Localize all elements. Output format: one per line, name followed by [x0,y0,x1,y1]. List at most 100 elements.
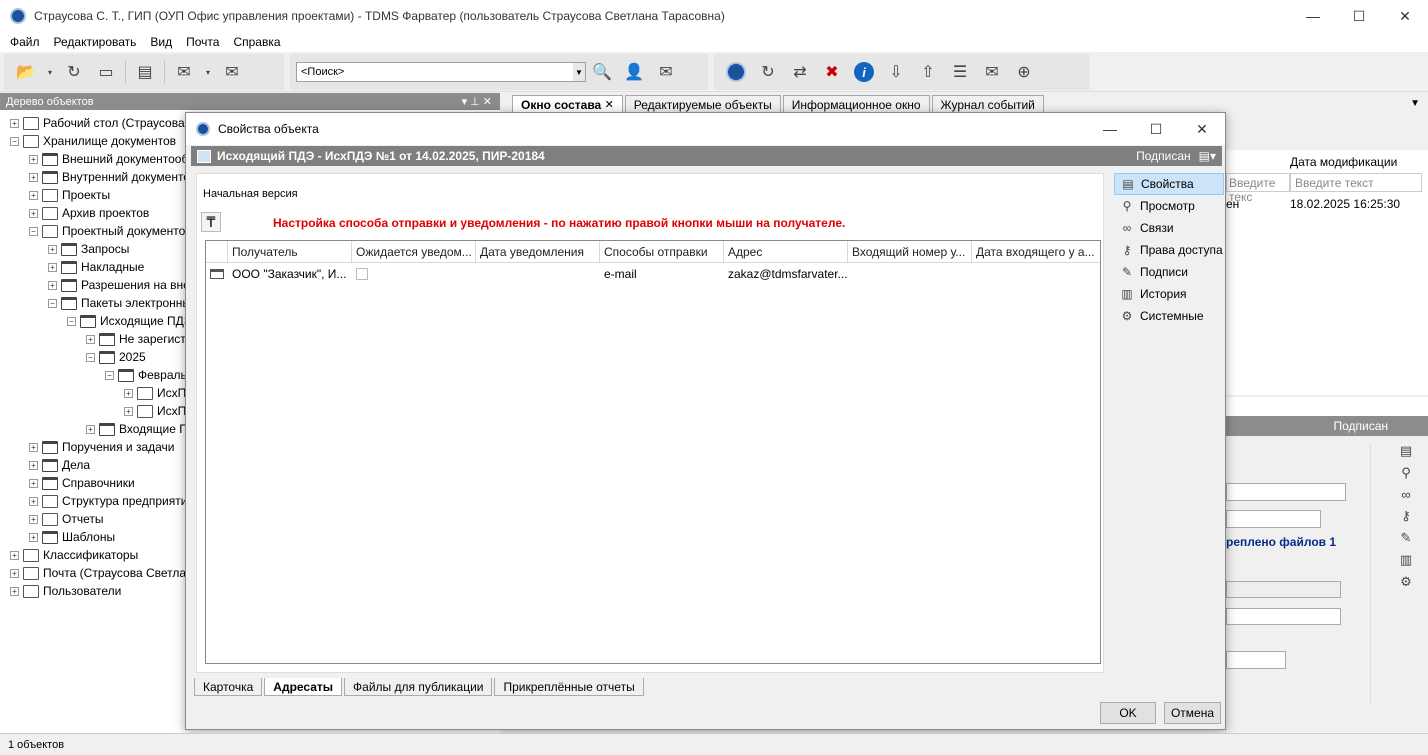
delete-icon[interactable]: ✖ [820,61,844,83]
key-icon[interactable]: ⚷ [1401,508,1411,524]
link-icon[interactable]: ∞ [1401,487,1410,502]
maximize-button[interactable]: ☐ [1336,0,1382,32]
search-input[interactable]: <Поиск> ▼ [296,62,586,82]
tree-item[interactable]: + Справочники [29,474,135,492]
expand-toggle-icon[interactable]: + [29,172,38,182]
menu-file[interactable]: Файл [0,35,47,49]
tree-item[interactable]: − 2025 [86,348,146,366]
nav-properties[interactable]: ▤ Свойства [1114,173,1224,195]
tree-item[interactable]: + Классификаторы [10,546,138,564]
expand-toggle-icon[interactable]: + [29,190,38,200]
comment-icon[interactable]: ☰ [948,61,972,83]
pane-field[interactable] [1226,581,1341,598]
pane-field[interactable] [1226,483,1346,501]
col-recipient[interactable]: Получатель [228,241,352,262]
compose-mail-icon[interactable]: ✉ [172,61,196,83]
col-notify-date[interactable]: Дата уведомления [476,241,600,262]
tree-item[interactable]: + Запросы [48,240,129,258]
nav-history[interactable]: ▥ История [1114,283,1224,305]
minimize-button[interactable]: — [1290,0,1336,32]
pane-field[interactable] [1226,608,1341,625]
tree-item[interactable]: − Исходящие ПДЭ [67,312,192,330]
info-icon[interactable]: i [852,61,876,83]
search-folder-icon[interactable]: 🔍 [590,61,614,83]
pen-icon[interactable]: ✎ [1401,530,1412,546]
tab-publication-files[interactable]: Файлы для публикации [344,678,493,696]
tab-close-icon[interactable]: ✕ [605,98,614,111]
mail-dropdown-icon[interactable]: ▾ [204,61,212,83]
send-mail-icon[interactable]: ✉ [220,61,244,83]
expand-toggle-icon[interactable]: + [29,496,38,506]
expand-toggle-icon[interactable]: − [86,352,95,362]
menu-mail[interactable]: Почта [179,35,226,49]
expand-toggle-icon[interactable]: − [29,226,38,236]
system-icon[interactable]: ⚙ [1400,574,1412,590]
nav-preview[interactable]: ⚲ Просмотр [1114,195,1224,217]
status-menu-icon[interactable]: ▤▾ [1199,149,1216,163]
refresh-icon[interactable]: ↻ [62,61,86,83]
tree-item[interactable]: + Поручения и задачи [29,438,175,456]
mail-receive-icon[interactable]: ✉ [980,61,1004,83]
dialog-close-button[interactable]: ✕ [1179,113,1225,145]
new-object-icon[interactable]: 📂 [14,61,38,83]
tab-info-window[interactable]: Информационное окно [782,95,930,113]
tab-addressees[interactable]: Адресаты [264,678,343,696]
menu-view[interactable]: Вид [143,35,179,49]
expand-toggle-icon[interactable]: + [29,478,38,488]
tree-item[interactable]: + Дела [29,456,90,474]
expand-toggle-icon[interactable]: − [105,370,114,380]
nav-access-rights[interactable]: ⚷ Права доступа [1114,239,1224,261]
new-dropdown-icon[interactable]: ▾ [46,61,54,83]
tree-item[interactable]: + Накладные [48,258,144,276]
expand-toggle-icon[interactable]: + [48,280,57,290]
tab-edited-objects[interactable]: Редактируемые объекты [624,95,781,113]
tab-composition[interactable]: Окно состава ✕ [512,95,623,113]
pane-field[interactable] [1226,510,1321,528]
nav-signatures[interactable]: ✎ Подписи [1114,261,1224,283]
tab-attached-reports[interactable]: Прикреплённые отчеты [494,678,644,696]
tree-item[interactable]: + Архив проектов [29,204,149,222]
menu-help[interactable]: Справка [226,35,287,49]
expand-toggle-icon[interactable]: + [29,514,38,524]
search-mail-icon[interactable]: ✉ [654,61,678,83]
reload-icon[interactable]: ↻ [756,61,780,83]
expand-toggle-icon[interactable]: + [124,406,133,416]
pane-field[interactable] [1226,651,1286,669]
col-send-methods[interactable]: Способы отправки [600,241,724,262]
expand-toggle-icon[interactable]: + [29,442,38,452]
column-settings-icon[interactable]: ₸ [201,212,221,232]
expand-toggle-icon[interactable]: − [48,298,57,308]
sync-users-icon[interactable]: ⇄ [788,61,812,83]
expand-toggle-icon[interactable]: + [29,460,38,470]
farvater-logo-icon[interactable] [724,61,748,83]
tree-item[interactable]: + Отчеты [29,510,103,528]
filter-input-date[interactable]: Введите текст [1290,173,1422,192]
dialog-maximize-button[interactable]: ☐ [1133,113,1179,145]
tree-item[interactable]: + Шаблоны [29,528,115,546]
dialog-minimize-button[interactable]: — [1087,113,1133,145]
menu-edit[interactable]: Редактировать [47,35,144,49]
expand-toggle-icon[interactable]: + [10,568,19,578]
tree-item[interactable]: − Хранилище документов [10,132,176,150]
search-icon[interactable]: ⚲ [1401,465,1411,481]
expand-toggle-icon[interactable]: + [29,154,38,164]
expand-toggle-icon[interactable]: + [29,208,38,218]
close-button[interactable]: ✕ [1382,0,1428,32]
tree-item[interactable]: + Структура предприятия [29,492,194,510]
expand-toggle-icon[interactable]: + [86,424,95,434]
expand-toggle-icon[interactable]: + [29,532,38,542]
col-incoming-date[interactable]: Дата входящего у а... [972,241,1096,262]
col-incoming-number[interactable]: Входящий номер у... [848,241,972,262]
tab-event-log[interactable]: Журнал событий [931,95,1044,113]
ok-button[interactable]: OK [1100,702,1156,724]
expand-toggle-icon[interactable]: − [10,136,19,146]
cancel-button[interactable]: Отмена [1164,702,1221,724]
tree-item[interactable]: − Февраль [105,366,187,384]
search-dropdown-icon[interactable]: ▼ [573,63,585,81]
doc-up-icon[interactable]: ⇧ [916,61,940,83]
tree-item[interactable]: + Проекты [29,186,110,204]
col-notify-expected[interactable]: Ожидается уведом... [352,241,476,262]
window-icon[interactable]: ▭ [94,61,118,83]
tab-card[interactable]: Карточка [194,678,263,696]
expand-toggle-icon[interactable]: + [10,118,19,128]
